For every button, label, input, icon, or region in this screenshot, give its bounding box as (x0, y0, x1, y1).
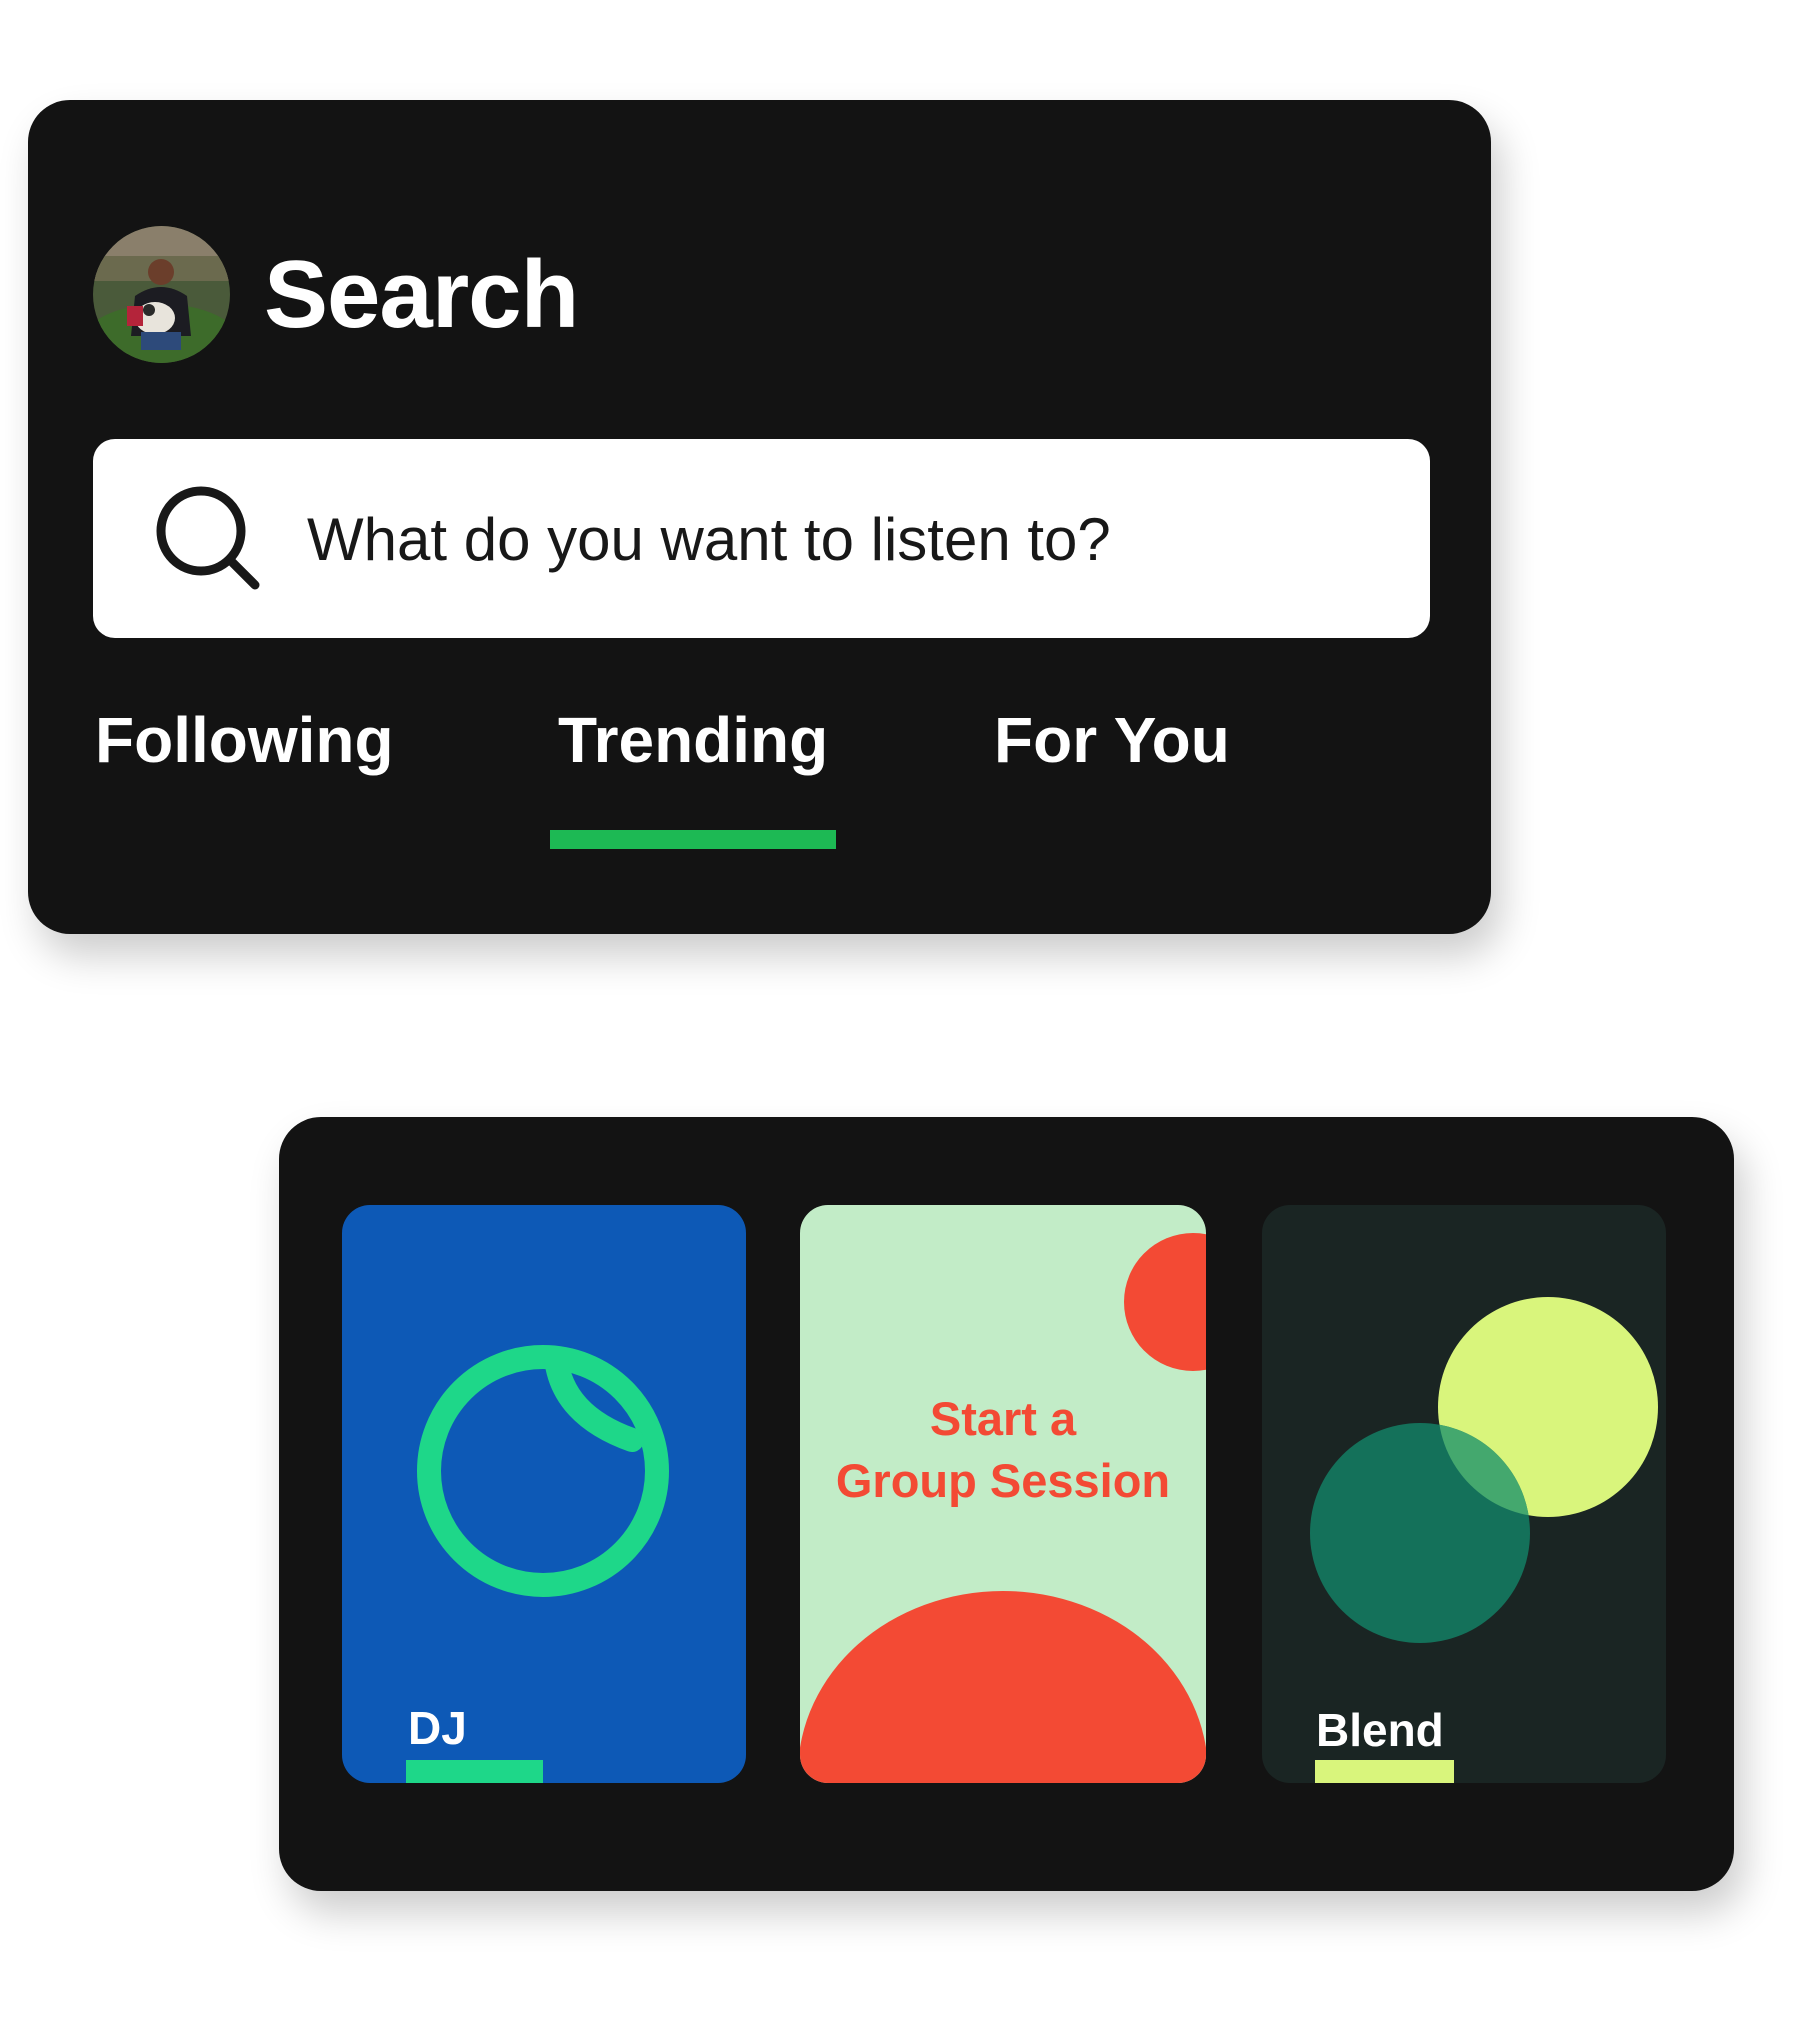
group-session-card[interactable]: Start a Group Session (800, 1205, 1206, 1783)
dj-card-label: DJ (408, 1702, 467, 1754)
profile-avatar[interactable] (93, 226, 230, 363)
blend-card-underline (1315, 1760, 1454, 1783)
cards-panel: DJ Start a Group Session Blend (279, 1117, 1734, 1891)
search-icon (156, 486, 260, 590)
group-session-label: Start a Group Session (835, 1392, 1171, 1507)
search-panel: Search Following Trending For You (28, 100, 1491, 934)
blend-card-label: Blend (1316, 1704, 1444, 1756)
tab-trending[interactable]: Trending (558, 700, 828, 780)
tab-for-you[interactable]: For You (994, 700, 1230, 780)
tab-following[interactable]: Following (95, 700, 394, 780)
page-title: Search (264, 241, 579, 348)
search-bar[interactable] (93, 439, 1430, 638)
dj-logo-icon (417, 1345, 669, 1597)
search-input[interactable] (307, 497, 1387, 581)
avatar-photo (93, 226, 230, 363)
blend-circles-icon (1310, 1297, 1658, 1643)
blend-card[interactable]: Blend (1262, 1205, 1666, 1783)
dj-card-underline (406, 1760, 543, 1783)
dj-card[interactable]: DJ (342, 1205, 746, 1783)
active-tab-indicator (550, 830, 836, 849)
